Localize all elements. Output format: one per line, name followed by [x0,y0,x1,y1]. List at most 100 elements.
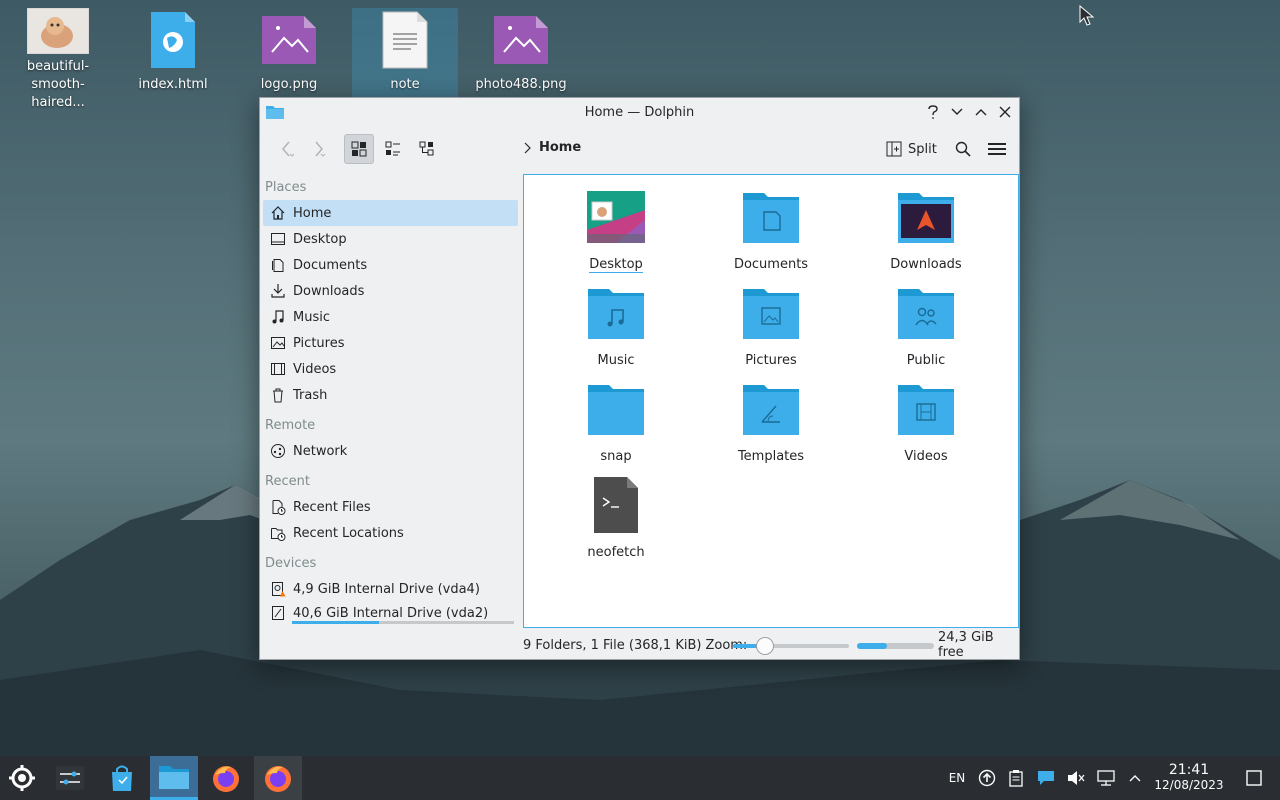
file-item-name: Desktop [589,257,643,273]
split-button[interactable]: Split [886,136,937,162]
sidebar-item-downloads[interactable]: Downloads [263,278,518,304]
compact-view-button[interactable] [378,134,408,164]
sidebar-item-recent-files[interactable]: Recent Files [263,494,518,520]
search-button[interactable] [948,134,978,164]
breadcrumb[interactable]: Home [523,140,581,155]
maximize-icon[interactable] [971,102,991,122]
gear-icon [9,765,35,791]
sidebar-item-label: Trash [293,387,328,403]
volume-tray-button[interactable] [1064,756,1088,800]
mouse-cursor-icon [1079,5,1095,26]
folder-icon [586,381,646,437]
sidebar-item-label: Recent Locations [293,525,404,541]
file-item-name: Templates [737,449,805,464]
desktop-icon-note[interactable]: note [352,8,458,104]
firefox-launcher-button[interactable] [204,756,248,800]
desktop-icon-label: beautiful-smooth-haired... [26,59,90,110]
remote-header: Remote [265,418,316,433]
downloads-folder-icon [896,189,956,245]
sidebar-item-label: Videos [293,361,337,377]
file-item-name: Music [597,353,635,368]
picture-icon [269,334,287,352]
image-thumbnail-icon [26,8,90,54]
trash-icon [269,386,287,404]
sidebar-item-pictures[interactable]: Pictures [263,330,518,356]
png-file-icon [489,8,553,72]
desktop-icon-html[interactable]: index.html [120,8,226,104]
minimize-icon[interactable] [947,102,967,122]
help-icon[interactable] [923,102,943,122]
app-launcher-button[interactable] [0,756,44,800]
details-view-button[interactable] [412,134,442,164]
sidebar-item-drive-vda4[interactable]: 4,9 GiB Internal Drive (vda4) [263,576,518,602]
music-note-icon [269,308,287,326]
places-panel: Places Home Desktop Documents Downloads … [260,172,522,647]
status-bar: 9 Folders, 1 File (368,1 KiB) Zoom: 24,3… [523,630,1019,660]
system-settings-button[interactable] [48,756,92,800]
window-titlebar[interactable]: Home — Dolphin [260,98,1019,126]
show-desktop-button[interactable] [1240,756,1268,800]
firefox-task-button[interactable] [254,756,302,800]
tree-view-icon [419,141,434,156]
sidebar-item-trash[interactable]: Trash [263,382,518,408]
sidebar-item-label: Desktop [293,231,347,247]
file-item-templates[interactable]: Templates [706,381,836,464]
network-tray-button[interactable] [1094,756,1118,800]
file-item-desktop[interactable]: Desktop [551,189,681,273]
close-icon[interactable] [995,102,1015,122]
back-button[interactable] [272,134,302,164]
dolphin-task-button[interactable] [150,756,198,800]
breadcrumb-home[interactable]: Home [539,140,581,155]
sidebar-item-home[interactable]: Home [263,200,518,226]
file-item-neofetch[interactable]: neofetch [551,477,681,560]
file-item-downloads[interactable]: Downloads [861,189,991,272]
sidebar-item-documents[interactable]: Documents [263,252,518,278]
desktop-icon-photo[interactable]: photo488.png [468,8,574,104]
videos-folder-icon [896,381,956,437]
shopping-bag-icon [112,765,132,791]
templates-folder-icon [741,381,801,437]
hard-drive-warning-icon [269,580,287,598]
file-item-snap[interactable]: snap [551,381,681,464]
desktop-icon-logo[interactable]: logo.png [236,8,342,104]
file-item-documents[interactable]: Documents [706,189,836,272]
icons-view-button[interactable] [344,134,374,164]
devices-header: Devices [265,556,317,571]
firefox-icon [213,766,239,792]
zoom-slider[interactable] [733,637,849,655]
chat-bubble-icon [1038,771,1054,785]
updates-tray-button[interactable] [975,756,999,800]
forward-button[interactable] [304,134,334,164]
sidebar-item-label: Pictures [293,335,345,351]
file-item-name: neofetch [587,545,645,560]
free-space-text: 24,3 GiB free [938,630,994,660]
discover-store-button[interactable] [100,756,144,800]
desktop-icon-label: index.html [138,77,208,92]
hamburger-menu-button[interactable] [982,134,1012,164]
hard-drive-icon [269,604,287,622]
recent-files-icon [269,498,287,516]
sidebar-item-videos[interactable]: Videos [263,356,518,382]
file-item-videos[interactable]: Videos [861,381,991,464]
desktop-icon-image[interactable]: beautiful-smooth-haired... [5,8,111,110]
notifications-tray-button[interactable] [1034,756,1058,800]
sidebar-item-network[interactable]: Network [263,438,518,464]
file-item-name: Pictures [745,353,797,368]
sidebar-item-desktop[interactable]: Desktop [263,226,518,252]
digital-clock[interactable]: 21:41 12/08/2023 [1150,763,1228,793]
file-view[interactable]: Desktop Documents Downloads Music Pictur… [523,174,1019,628]
file-item-name: Documents [733,257,809,272]
sidebar-item-label: Music [293,309,330,325]
file-item-music[interactable]: Music [551,285,681,368]
file-item-pictures[interactable]: Pictures [706,285,836,368]
network-icon [269,442,287,460]
file-item-public[interactable]: Public [861,285,991,368]
clipboard-tray-button[interactable] [1004,756,1028,800]
sidebar-item-music[interactable]: Music [263,304,518,330]
sidebar-item-recent-locations[interactable]: Recent Locations [263,520,518,546]
show-hidden-icons-button[interactable] [1124,756,1146,800]
zoom-slider-handle[interactable] [756,637,775,655]
keyboard-layout-indicator[interactable]: EN [944,756,970,800]
desktop-icon-label: note [390,77,420,92]
search-icon [955,141,971,157]
